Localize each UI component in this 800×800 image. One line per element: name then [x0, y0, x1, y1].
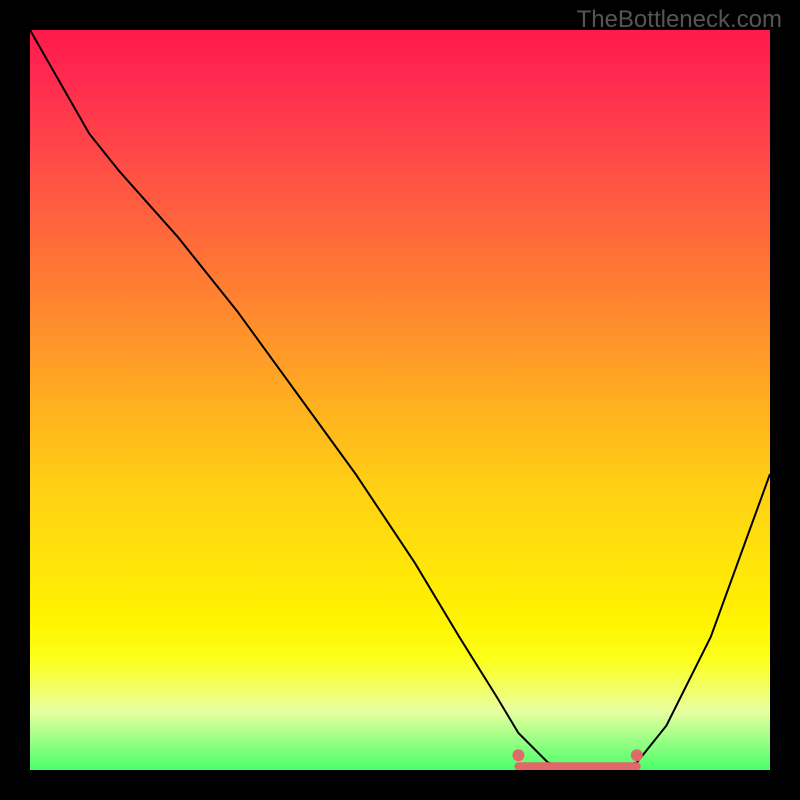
chart-svg: [30, 30, 770, 770]
plot-area: [30, 30, 770, 770]
watermark-text: TheBottleneck.com: [577, 6, 782, 34]
bottleneck-curve: [30, 30, 770, 770]
marker-dot: [512, 749, 524, 761]
markers: [512, 749, 642, 761]
marker-dot: [631, 749, 643, 761]
chart-container: TheBottleneck.com: [0, 0, 800, 800]
